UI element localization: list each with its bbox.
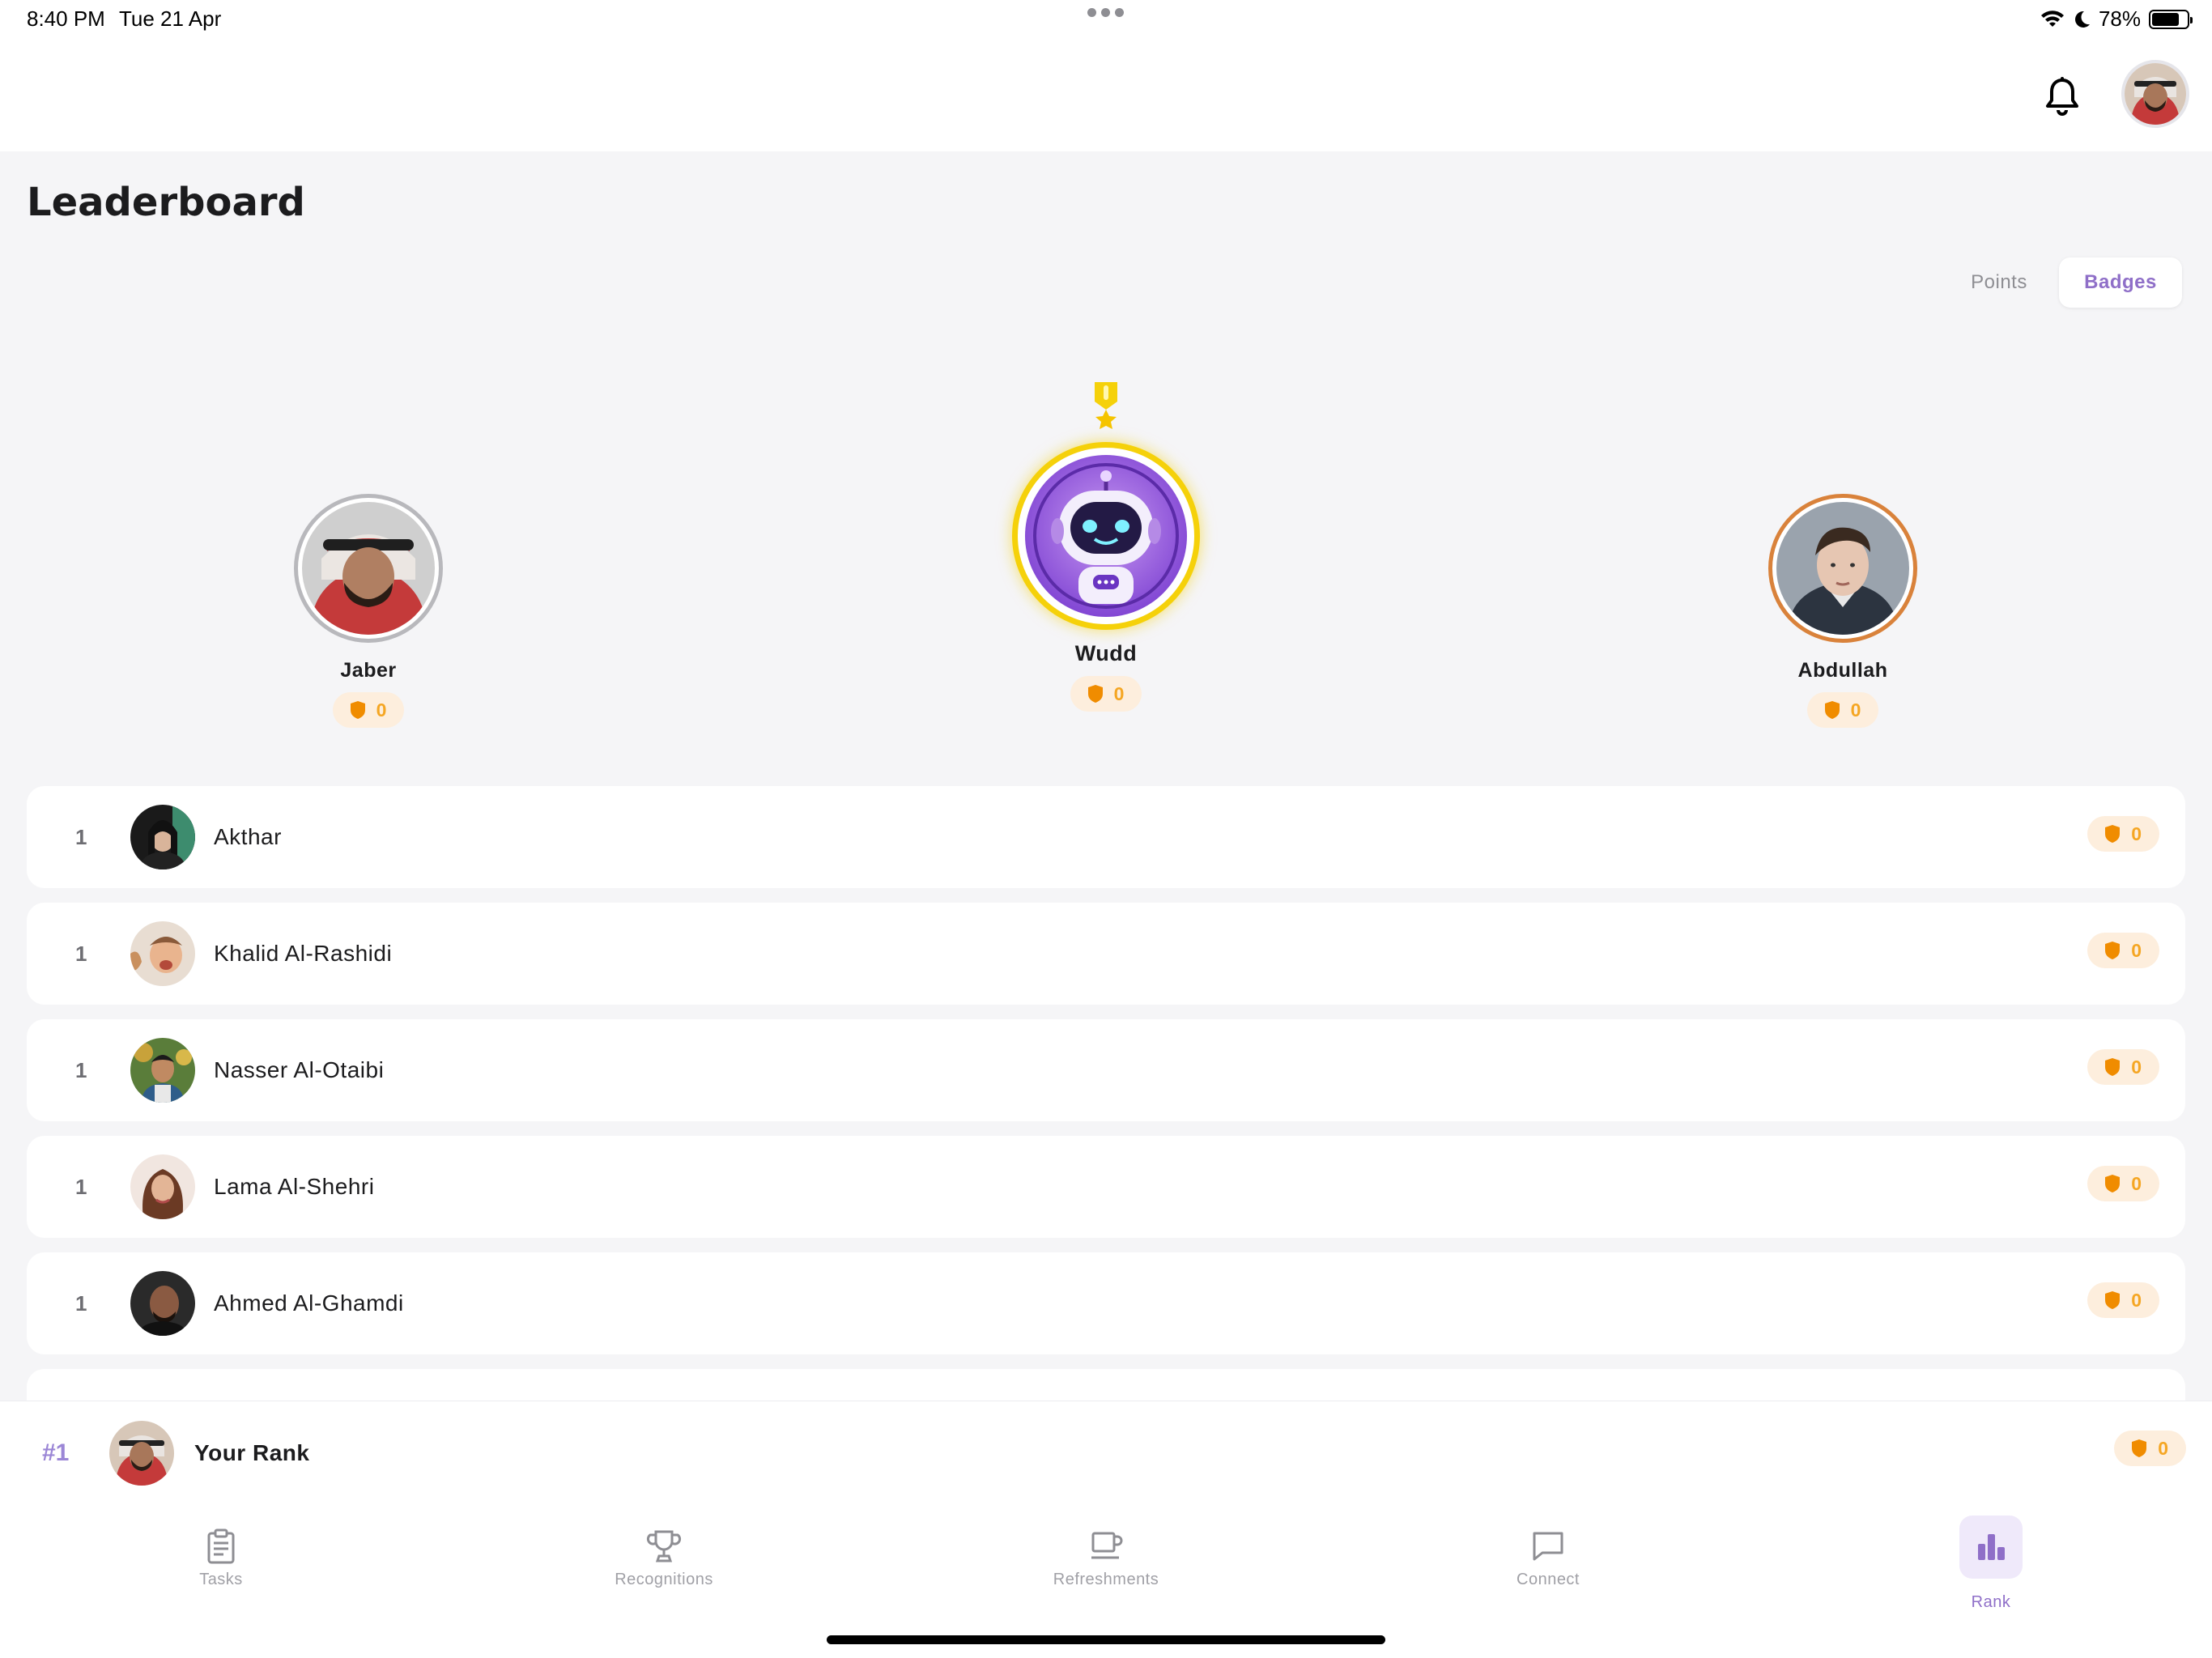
tab-rank-highlight <box>1959 1516 2023 1579</box>
user-name: Khalid Al-Rashidi <box>214 941 393 966</box>
avatar <box>130 1271 195 1336</box>
rank-number: 1 <box>75 942 87 966</box>
tab-label: Recognitions <box>615 1571 713 1588</box>
shield-icon <box>350 701 365 719</box>
podium-first-avatar <box>1012 442 1200 630</box>
home-indicator[interactable] <box>827 1635 1385 1644</box>
badge-count: 0 <box>376 699 387 721</box>
moon-icon <box>2074 11 2090 28</box>
coffee-cup-icon <box>1091 1532 1123 1559</box>
shield-icon <box>2105 1291 2121 1309</box>
rank-number: 1 <box>75 1175 87 1199</box>
badge-count: 0 <box>2131 1172 2142 1194</box>
trophy-icon <box>646 1530 682 1562</box>
tab-label: Rank <box>1971 1593 2011 1611</box>
avatar <box>130 1038 195 1103</box>
list-item[interactable]: 1 Lama Al-Shehri 0 <box>27 1136 2185 1238</box>
list-item[interactable]: 1 Nasser Al-Otaibi 0 <box>27 1019 2185 1121</box>
list-item[interactable]: 1 Khalid Al-Rashidi 0 <box>27 903 2185 1005</box>
tab-refreshments[interactable]: Refreshments <box>1025 1527 1187 1589</box>
podium-third-place[interactable]: Abdullah 0 <box>1762 494 1924 728</box>
battery-percent: 78% <box>2098 6 2141 31</box>
clipboard-icon <box>207 1528 235 1564</box>
status-date: Tue 21 Apr <box>119 6 222 31</box>
avatar <box>130 805 195 869</box>
avatar <box>130 921 195 986</box>
avatar <box>109 1421 174 1486</box>
tab-badges[interactable]: Badges <box>2059 257 2182 308</box>
your-rank-bar[interactable]: #1 Your Rank 0 <box>0 1401 2212 1504</box>
battery-icon <box>2149 9 2193 29</box>
tab-connect[interactable]: Connect <box>1467 1527 1629 1589</box>
rank-number: 1 <box>75 1058 87 1082</box>
tab-label: Tasks <box>199 1571 243 1588</box>
badge-count-pill: 0 <box>2087 816 2159 852</box>
multitasking-dots-icon[interactable] <box>1087 8 1124 17</box>
tab-label: Connect <box>1516 1571 1580 1588</box>
badge-count-pill: 0 <box>2087 1166 2159 1201</box>
tab-recognitions[interactable]: Recognitions <box>583 1527 745 1589</box>
tab-points[interactable]: Points <box>1939 257 2059 308</box>
user-name: Lama Al-Shehri <box>214 1174 375 1199</box>
tab-tasks[interactable]: Tasks <box>140 1527 302 1589</box>
your-rank-label: Your Rank <box>194 1440 310 1465</box>
tab-label: Refreshments <box>1053 1571 1159 1588</box>
badge-count: 0 <box>2131 1056 2142 1078</box>
podium-third-avatar <box>1768 494 1917 643</box>
app-header <box>0 42 2212 151</box>
list-item[interactable]: 1 Akthar 0 <box>27 786 2185 888</box>
medal-icon <box>1095 382 1117 429</box>
shield-icon <box>1824 701 1840 719</box>
podium-third-name: Abdullah <box>1797 659 1888 682</box>
badge-count-pill: 0 <box>2087 933 2159 968</box>
shield-icon <box>2132 1439 2147 1457</box>
status-bar: 8:40 PM Tue 21 Apr 78% <box>0 0 2212 42</box>
chat-bubble-icon <box>1533 1532 1563 1561</box>
podium-second-name: Jaber <box>340 659 397 682</box>
badge-count: 0 <box>2158 1437 2168 1459</box>
podium-second-place[interactable]: Jaber 0 <box>287 494 449 728</box>
user-name: Ahmed Al-Ghamdi <box>214 1290 404 1316</box>
status-time: 8:40 PM <box>27 6 105 31</box>
leaderboard-mode-segmented-control: Points Badges <box>1939 256 2182 309</box>
wifi-icon <box>2040 10 2064 27</box>
list-item[interactable]: 1 Ahmed Al-Ghamdi 0 <box>27 1252 2185 1354</box>
shield-icon <box>2105 1175 2121 1192</box>
page-title: Leaderboard <box>27 180 305 225</box>
shield-icon <box>2105 1058 2121 1076</box>
your-badge-count-pill: 0 <box>2114 1431 2186 1466</box>
shield-icon <box>2105 942 2121 959</box>
badge-count-pill: 0 <box>2087 1282 2159 1318</box>
user-name: Nasser Al-Otaibi <box>214 1057 385 1082</box>
podium-first-badge-count: 0 <box>1070 676 1142 712</box>
badge-count: 0 <box>1850 699 1861 721</box>
podium-second-badge-count: 0 <box>332 692 405 728</box>
badge-count-pill: 0 <box>2087 1049 2159 1085</box>
rank-number: 1 <box>75 1291 87 1316</box>
podium-third-badge-count: 0 <box>1806 692 1879 728</box>
your-rank-number: #1 <box>42 1439 70 1466</box>
shield-icon <box>1087 685 1103 703</box>
podium-second-avatar <box>294 494 443 643</box>
badge-count: 0 <box>1113 682 1125 704</box>
avatar <box>130 1154 195 1219</box>
bar-chart-icon <box>1978 1534 2005 1560</box>
status-indicators: 78% <box>2040 6 2193 32</box>
rank-number: 1 <box>75 825 87 849</box>
podium-first-place[interactable]: Wudd 0 <box>1009 382 1203 712</box>
badge-count: 0 <box>2131 1289 2142 1311</box>
user-name: Akthar <box>214 824 282 849</box>
tab-rank[interactable]: Rank <box>1910 1516 2072 1612</box>
shield-icon <box>2105 825 2121 843</box>
badge-count: 0 <box>2131 939 2142 961</box>
bell-icon[interactable] <box>2044 76 2080 117</box>
badge-count: 0 <box>2131 823 2142 844</box>
profile-avatar[interactable] <box>2121 60 2189 128</box>
podium-first-name: Wudd <box>1074 641 1138 665</box>
